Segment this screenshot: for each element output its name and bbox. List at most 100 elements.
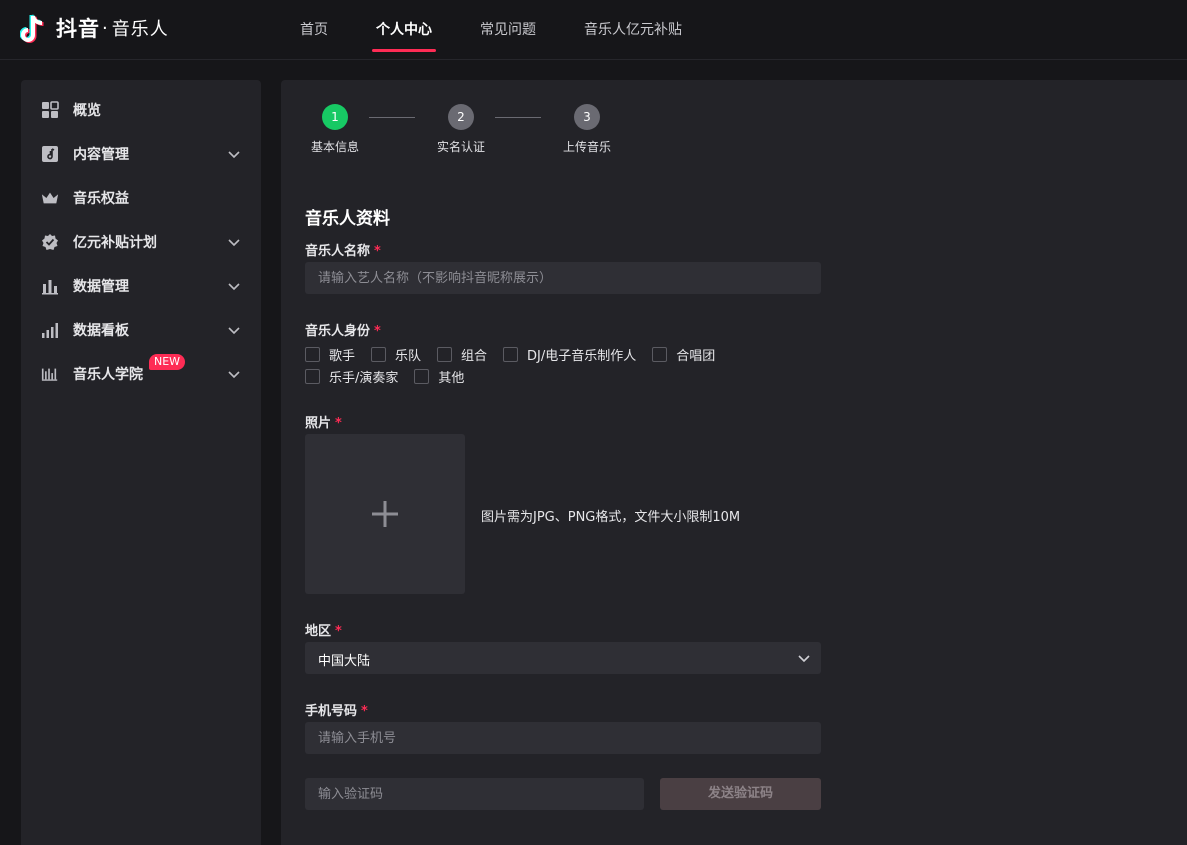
main-nav: 首页 个人中心 常见问题 音乐人亿元补贴 [300,0,730,60]
step-number: 3 [574,104,600,130]
section-title: 音乐人资料 [305,209,390,229]
step-label: 上传音乐 [562,140,611,154]
identity-option-instrumentalist[interactable]: 乐手/演奏家 [305,367,398,386]
nav-faq[interactable]: 常见问题 [480,0,536,60]
checkbox[interactable] [652,346,668,362]
signal-bars-icon [41,321,59,339]
checkbox[interactable] [503,346,519,362]
photo-upload-button[interactable] [305,434,465,594]
logo[interactable]: 抖音 · 音乐人 [20,10,169,46]
checkbox-label: 合唱团 [676,348,716,364]
checkbox-label: 乐队 [395,348,422,364]
required-mark: * [335,416,342,431]
sidebar-item-label: 数据管理 [73,279,129,295]
name-label-text: 音乐人名称 [305,244,371,259]
checkbox[interactable] [305,368,320,384]
phone-label: 手机号码 * [305,700,368,719]
photo-label-text: 照片 [305,416,332,431]
identity-option-other[interactable]: 其他 [414,367,464,386]
sidebar-item-overview[interactable]: 概览 [21,88,261,132]
nav-subsidy[interactable]: 音乐人亿元补贴 [584,0,682,60]
chevron-down-icon [228,283,240,291]
identity-label-text: 音乐人身份 [305,324,371,339]
sidebar-item-label: 音乐人学院 [73,367,143,383]
sidebar: 概览 内容管理 音乐权益 亿元补贴计划 数据管理 数据看板 音乐人学院 NEW [21,80,261,845]
shield-check-icon [41,233,59,251]
identity-label: 音乐人身份 * [305,320,381,339]
nav-personal-center[interactable]: 个人中心 [372,0,436,60]
checkbox[interactable] [414,368,430,384]
brand-sub: 音乐人 [111,19,169,40]
step-basic-info: 1 基本信息 [305,104,365,155]
identity-option-group[interactable]: 组合 [437,345,487,364]
checkbox[interactable] [437,346,453,362]
step-connector [369,117,415,118]
crown-icon [41,189,59,207]
top-bar: 抖音 · 音乐人 首页 个人中心 常见问题 音乐人亿元补贴 [0,0,1187,60]
identity-option-singer[interactable]: 歌手 [305,345,355,364]
step-number: 2 [448,104,474,130]
region-select[interactable]: 中国大陆 [305,642,821,674]
main-panel: 1 基本信息 2 实名认证 3 上传音乐 音乐人资料 音乐人名称* 音乐人身份*… [281,80,1187,845]
artist-name-input[interactable] [305,262,821,294]
required-mark: * [374,244,381,259]
photo-label: 照片 * [305,412,342,431]
sidebar-item-subsidy[interactable]: 亿元补贴计划 [21,220,261,264]
checkbox-label: DJ/电子音乐制作人 [527,348,637,364]
checkbox-label: 组合 [461,348,488,364]
sidebar-item-content[interactable]: 内容管理 [21,132,261,176]
brand-name: 抖音 [56,17,100,41]
region-label: 地区 * [305,620,342,639]
step-label: 实名认证 [436,140,485,154]
sidebar-item-label: 数据看板 [73,323,129,339]
checkbox-label: 其他 [438,370,465,386]
identity-options: 歌手 乐队 组合 DJ/电子音乐制作人 合唱团 乐手/演奏家 其他 [305,343,865,387]
step-upload-music: 3 上传音乐 [557,104,617,155]
nav-home[interactable]: 首页 [300,0,328,60]
region-value: 中国大陆 [318,654,371,669]
verification-code-input[interactable] [305,778,644,810]
send-code-button[interactable]: 发送验证码 [660,778,821,810]
chevron-down-icon [228,327,240,335]
required-mark: * [374,324,381,339]
region-label-text: 地区 [305,624,332,639]
sidebar-item-label: 亿元补贴计划 [73,235,157,251]
music-note-icon [41,145,59,163]
new-badge: NEW [149,354,186,370]
academy-icon [41,365,59,383]
plus-icon [372,501,398,527]
checkbox-label: 乐手/演奏家 [329,370,399,386]
phone-label-text: 手机号码 [305,704,358,719]
required-mark: * [335,624,342,639]
tiktok-logo-icon [20,14,44,43]
step-label: 基本信息 [310,140,359,154]
checkbox[interactable] [305,346,320,362]
chevron-down-icon [228,371,240,379]
sidebar-item-data-management[interactable]: 数据管理 [21,264,261,308]
step-verification: 2 实名认证 [431,104,491,155]
step-number: 1 [322,104,348,130]
photo-hint: 图片需为JPG、PNG格式，文件大小限制10M [481,510,741,525]
grid-icon [41,101,59,119]
phone-input[interactable] [305,722,821,754]
chevron-down-icon [798,655,810,663]
identity-option-dj[interactable]: DJ/电子音乐制作人 [503,345,636,364]
identity-option-choir[interactable]: 合唱团 [652,345,715,364]
chevron-down-icon [228,239,240,247]
checkbox[interactable] [371,346,387,362]
bar-chart-icon [41,277,59,295]
sidebar-item-academy[interactable]: 音乐人学院 NEW [21,352,261,396]
sidebar-item-label: 内容管理 [73,147,129,163]
name-label: 音乐人名称 * [305,240,381,259]
required-mark: * [361,704,368,719]
sidebar-item-label: 概览 [73,103,101,119]
sidebar-item-dashboard[interactable]: 数据看板 [21,308,261,352]
checkbox-label: 歌手 [329,348,356,364]
identity-option-band[interactable]: 乐队 [371,345,421,364]
brand-dot: · [102,17,108,39]
chevron-down-icon [228,151,240,159]
step-connector [495,117,541,118]
sidebar-item-label: 音乐权益 [73,191,129,207]
sidebar-item-rights[interactable]: 音乐权益 [21,176,261,220]
progress-steps: 1 基本信息 2 实名认证 3 上传音乐 [305,104,625,164]
